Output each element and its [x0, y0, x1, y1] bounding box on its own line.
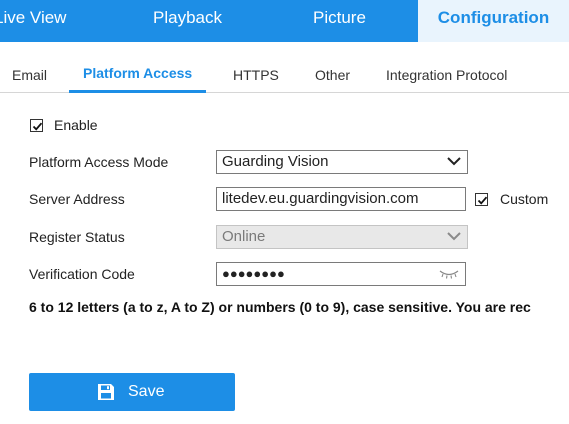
verification-code-row: Verification Code ●●●●●●●● — [0, 261, 569, 287]
platform-access-mode-row: Platform Access Mode Guarding Vision — [0, 149, 569, 175]
platform-access-mode-value: Guarding Vision — [222, 153, 329, 170]
top-navigation-bar: Live View Playback Picture Configuration — [0, 0, 569, 42]
checkmark-icon — [32, 122, 43, 131]
custom-label: Custom — [500, 191, 549, 207]
register-status-label: Register Status — [29, 229, 125, 245]
save-button-label: Save — [128, 383, 165, 400]
server-address-label: Server Address — [29, 191, 125, 207]
verification-code-label: Verification Code — [29, 266, 135, 282]
floppy-disk-icon — [98, 384, 114, 400]
tab-other[interactable]: Other — [315, 42, 350, 90]
verification-code-value: ●●●●●●●● — [222, 266, 285, 281]
platform-access-mode-select[interactable]: Guarding Vision — [216, 150, 468, 174]
verification-code-hint: 6 to 12 letters (a to z, A to Z) or numb… — [29, 299, 531, 315]
register-status-value: Online — [222, 228, 266, 245]
checkmark-icon — [477, 196, 488, 205]
register-status-row: Register Status Online — [0, 224, 569, 250]
server-address-row: Server Address litedev.eu.guardingvision… — [0, 186, 569, 212]
save-button[interactable]: Save — [29, 373, 235, 411]
tab-https[interactable]: HTTPS — [233, 42, 279, 90]
enable-row: Enable — [0, 112, 569, 138]
enable-checkbox[interactable] — [30, 119, 43, 132]
tab-integration-protocol[interactable]: Integration Protocol — [386, 42, 507, 90]
platform-access-mode-label: Platform Access Mode — [29, 154, 169, 170]
tab-email[interactable]: Email — [12, 42, 47, 90]
enable-label: Enable — [54, 117, 98, 133]
nav-item-configuration[interactable]: Configuration — [418, 0, 569, 42]
sub-tab-bar: Email Platform Access HTTPS Other Integr… — [0, 42, 569, 93]
verification-code-input[interactable]: ●●●●●●●● — [216, 262, 466, 286]
register-status-select: Online — [216, 225, 468, 249]
nav-item-playback[interactable]: Playback — [153, 0, 222, 42]
nav-item-picture[interactable]: Picture — [313, 0, 366, 42]
chevron-down-icon — [447, 232, 461, 241]
server-address-input[interactable]: litedev.eu.guardingvision.com — [216, 187, 466, 211]
custom-checkbox[interactable] — [475, 193, 488, 206]
eye-closed-icon[interactable] — [439, 269, 459, 279]
nav-item-live-view[interactable]: Live View — [0, 0, 66, 42]
tab-platform-access[interactable]: Platform Access — [69, 42, 207, 93]
chevron-down-icon — [447, 157, 461, 166]
server-address-value: litedev.eu.guardingvision.com — [222, 190, 419, 207]
